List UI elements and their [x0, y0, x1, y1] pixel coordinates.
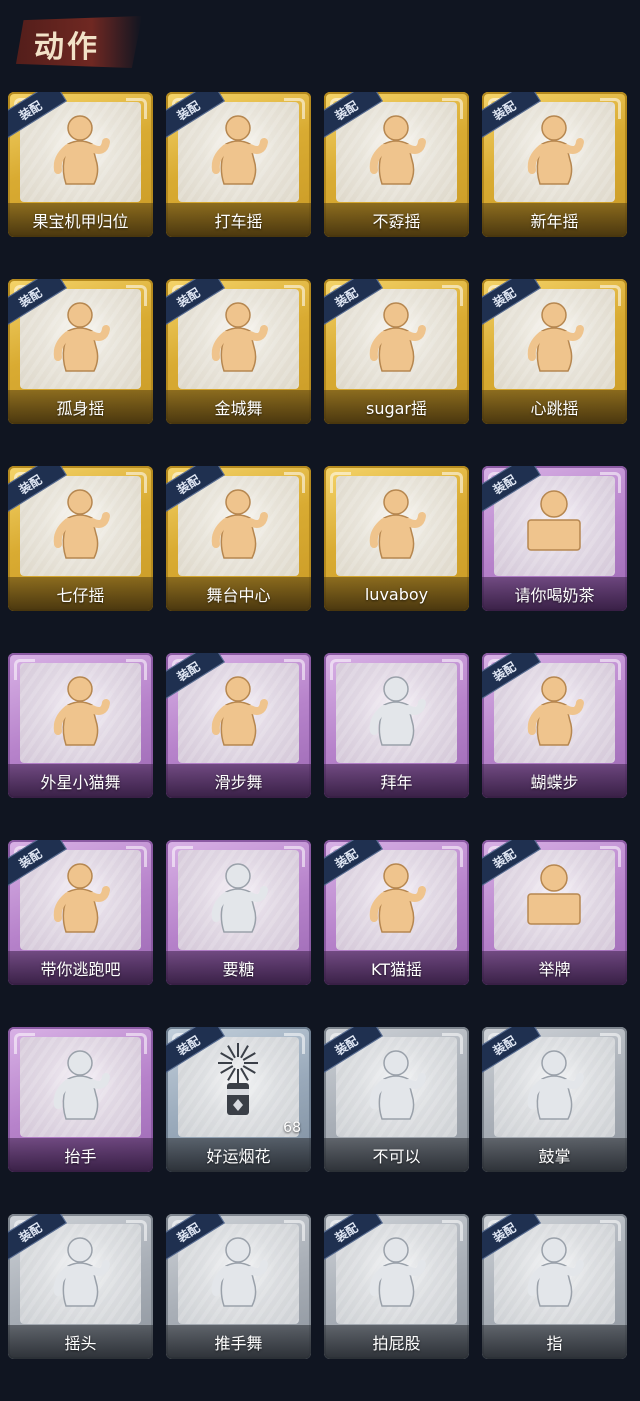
- emote-name: 要糖: [222, 960, 255, 979]
- card-label-bar: 心跳摇: [482, 390, 627, 424]
- emote-name: 蝴蝶步: [530, 773, 579, 792]
- emote-name: 孤身摇: [56, 399, 105, 418]
- emote-name: 好运烟花: [206, 1147, 271, 1166]
- emote-name: 请你喝奶茶: [514, 586, 595, 605]
- emote-card[interactable]: 鼓掌 装配: [482, 1027, 627, 1172]
- emote-name: 带你逃跑吧: [40, 960, 121, 979]
- emote-card[interactable]: 请你喝奶茶 装配: [482, 466, 627, 611]
- card-label-bar: 蝴蝶步: [482, 764, 627, 798]
- emote-name: luvaboy: [364, 584, 429, 604]
- card-label-bar: 打车摇: [166, 203, 311, 237]
- emote-name: 推手舞: [214, 1334, 263, 1353]
- emote-name: 金城舞: [214, 399, 263, 418]
- emote-name: 打车摇: [214, 212, 263, 231]
- emote-card[interactable]: 指装配: [482, 1214, 627, 1359]
- card-label-bar: 孤身摇: [8, 390, 153, 424]
- emote-card[interactable]: 外星小猫舞: [8, 653, 153, 798]
- emote-name: KT猫摇: [370, 960, 423, 979]
- emote-card[interactable]: 摇头 装配: [8, 1214, 153, 1359]
- page-title: 动作: [34, 30, 100, 65]
- emote-card[interactable]: 带你逃跑吧 装配: [8, 840, 153, 985]
- card-label-bar: 拜年: [324, 764, 469, 798]
- card-label-bar: 外星小猫舞: [8, 764, 153, 798]
- card-label-bar: 推手舞: [166, 1325, 311, 1359]
- card-label-bar: 指: [482, 1325, 627, 1359]
- card-label-bar: 滑步舞: [166, 764, 311, 798]
- emote-name: 不可以: [372, 1147, 421, 1166]
- emote-card[interactable]: 果宝机甲归位 装配: [8, 92, 153, 237]
- emote-card[interactable]: 要糖: [166, 840, 311, 985]
- card-label-bar: 摇头: [8, 1325, 153, 1359]
- emote-card[interactable]: 舞台中心 装配: [166, 466, 311, 611]
- emote-card[interactable]: 抬手: [8, 1027, 153, 1172]
- emote-grid: 果宝机甲归位 装配 打车摇 装配 不孬摇 装配 新年摇 装配孤身摇 装配 金城舞 装配 sugar摇装…: [8, 92, 628, 1359]
- card-label-bar: 果宝机甲归位: [8, 203, 153, 237]
- emote-card[interactable]: luvaboy: [324, 466, 469, 611]
- emote-name: 七仔摇: [56, 586, 105, 605]
- card-label-bar: 好运烟花: [166, 1138, 311, 1172]
- card-label-bar: 金城舞: [166, 390, 311, 424]
- emote-name: 外星小猫舞: [40, 773, 121, 792]
- card-label-bar: 舞台中心: [166, 577, 311, 611]
- card-label-bar: 七仔摇: [8, 577, 153, 611]
- emote-name: 心跳摇: [530, 399, 579, 418]
- raise-hand-icon: [8, 1033, 153, 1139]
- emote-card[interactable]: 心跳摇 装配: [482, 279, 627, 424]
- emote-name: 举牌: [538, 960, 571, 979]
- card-label-bar: 新年摇: [482, 203, 627, 237]
- emote-card[interactable]: 金城舞 装配: [166, 279, 311, 424]
- card-label-bar: luvaboy: [324, 577, 469, 611]
- emote-name: sugar摇: [365, 399, 428, 418]
- card-label-bar: sugar摇: [324, 390, 469, 424]
- card-label-bar: 不可以: [324, 1138, 469, 1172]
- emote-name: 拍屁股: [372, 1334, 421, 1353]
- emote-name: 滑步舞: [214, 773, 263, 792]
- card-label-bar: 鼓掌: [482, 1138, 627, 1172]
- emote-card[interactable]: 不可以 装配: [324, 1027, 469, 1172]
- emote-card[interactable]: 七仔摇 装配: [8, 466, 153, 611]
- card-label-bar: KT猫摇: [324, 951, 469, 985]
- emote-card[interactable]: 拍屁股 装配: [324, 1214, 469, 1359]
- emote-card[interactable]: 新年摇 装配: [482, 92, 627, 237]
- emote-name: 果宝机甲归位: [32, 212, 129, 231]
- emote-card[interactable]: 孤身摇 装配: [8, 279, 153, 424]
- emote-card[interactable]: 打车摇 装配: [166, 92, 311, 237]
- ask-figure-icon: [166, 846, 311, 952]
- emote-name: 摇头: [64, 1334, 97, 1353]
- card-label-bar: 抬手: [8, 1138, 153, 1172]
- emote-card[interactable]: sugar摇 装配: [324, 279, 469, 424]
- emote-card[interactable]: 68 好运烟花 装配: [166, 1027, 311, 1172]
- emote-name: 拜年: [380, 773, 413, 792]
- emote-card[interactable]: 拜年: [324, 653, 469, 798]
- emote-card[interactable]: 滑步舞 装配: [166, 653, 311, 798]
- emote-card[interactable]: KT猫摇 装配: [324, 840, 469, 985]
- emote-name: 不孬摇: [372, 212, 421, 231]
- card-label-bar: 带你逃跑吧: [8, 951, 153, 985]
- emote-name: 新年摇: [530, 212, 579, 231]
- emote-name: 舞台中心: [206, 586, 271, 605]
- bow-figure-icon: [324, 659, 469, 765]
- item-count: 68: [283, 1120, 301, 1136]
- emote-card[interactable]: 举牌 装配: [482, 840, 627, 985]
- card-label-bar: 举牌: [482, 951, 627, 985]
- emote-name: 鼓掌: [538, 1147, 571, 1166]
- emote-card[interactable]: 不孬摇 装配: [324, 92, 469, 237]
- dance-figure-icon: [8, 659, 153, 765]
- dance-figure-icon: [324, 472, 469, 578]
- card-label-bar: 不孬摇: [324, 203, 469, 237]
- emote-card[interactable]: 蝴蝶步 装配: [482, 653, 627, 798]
- card-label-bar: 要糖: [166, 951, 311, 985]
- emote-card[interactable]: 推手舞 装配: [166, 1214, 311, 1359]
- emote-name: 抬手: [64, 1147, 97, 1166]
- card-label-bar: 拍屁股: [324, 1325, 469, 1359]
- emote-name: 指: [546, 1334, 563, 1353]
- card-label-bar: 请你喝奶茶: [482, 577, 627, 611]
- header: 动作: [0, 0, 640, 80]
